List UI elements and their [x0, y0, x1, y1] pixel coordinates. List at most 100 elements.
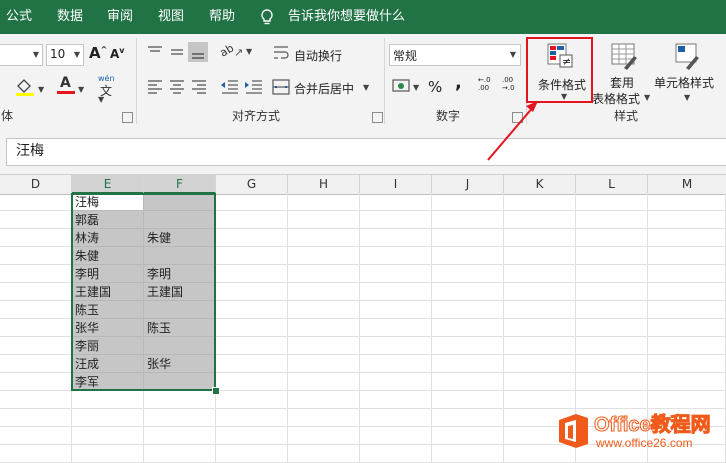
- number-format-dropdown[interactable]: 常规 ▼: [389, 44, 521, 66]
- orientation-icon[interactable]: ab ↗: [218, 41, 244, 62]
- merge-center-icon[interactable]: [272, 78, 290, 96]
- menu-formulas[interactable]: 公式: [6, 0, 32, 34]
- chevron-down-icon[interactable]: ▼: [38, 86, 44, 94]
- grid-cell[interactable]: [216, 337, 288, 355]
- cell-f-3[interactable]: 朱健: [144, 229, 216, 247]
- accounting-format-icon[interactable]: [392, 78, 412, 94]
- grid-cell[interactable]: [576, 301, 648, 319]
- align-middle-icon[interactable]: [168, 44, 186, 60]
- cell-e-9[interactable]: 李丽: [72, 337, 144, 355]
- grid-cell[interactable]: [216, 427, 288, 445]
- grid-cell[interactable]: [360, 409, 432, 427]
- grid-cell[interactable]: [144, 427, 216, 445]
- align-right-icon[interactable]: [190, 78, 208, 94]
- grid-cell[interactable]: [576, 193, 648, 211]
- grid-cell[interactable]: [360, 427, 432, 445]
- grid-cell[interactable]: [144, 391, 216, 409]
- column-header-l[interactable]: L: [576, 175, 648, 194]
- chevron-down-icon[interactable]: ▼: [363, 84, 369, 92]
- grid-cell[interactable]: [360, 319, 432, 337]
- menu-review[interactable]: 审阅: [107, 0, 133, 34]
- grid-cell[interactable]: [0, 319, 72, 337]
- grid-cell[interactable]: [288, 337, 360, 355]
- grid-cell[interactable]: [648, 283, 726, 301]
- grid-cell[interactable]: [216, 247, 288, 265]
- grid-cell[interactable]: [288, 409, 360, 427]
- grid-cell[interactable]: [504, 337, 576, 355]
- grid-cell[interactable]: [72, 445, 144, 463]
- grid-cell[interactable]: [648, 193, 726, 211]
- grid-cell[interactable]: [360, 193, 432, 211]
- grid-cell[interactable]: [648, 373, 726, 391]
- cell-styles-button[interactable]: 单元格样式 ▼: [654, 38, 720, 102]
- cell-f-4[interactable]: [144, 247, 216, 265]
- grid-cell[interactable]: [432, 355, 504, 373]
- fill-handle[interactable]: [212, 387, 220, 395]
- grid-cell[interactable]: [504, 247, 576, 265]
- grid-cell[interactable]: [432, 445, 504, 463]
- grid-cell[interactable]: [216, 301, 288, 319]
- chevron-down-icon[interactable]: ▼: [78, 86, 84, 94]
- comma-style-button[interactable]: ,: [455, 72, 462, 93]
- grid-cell[interactable]: [576, 355, 648, 373]
- grid-cell[interactable]: [576, 373, 648, 391]
- grid-cell[interactable]: [648, 319, 726, 337]
- grid-cell[interactable]: [72, 427, 144, 445]
- menu-view[interactable]: 视图: [158, 0, 184, 34]
- grid-cell[interactable]: [0, 391, 72, 409]
- merge-center-button[interactable]: 合并后居中: [294, 80, 354, 97]
- increase-decimal-button[interactable]: ←.0 .00: [478, 76, 491, 92]
- grid-cell[interactable]: [360, 301, 432, 319]
- grid-cell[interactable]: [504, 265, 576, 283]
- grid-cell[interactable]: [288, 319, 360, 337]
- grid-cell[interactable]: [576, 319, 648, 337]
- grid-cell[interactable]: [648, 211, 726, 229]
- grid-cell[interactable]: [288, 373, 360, 391]
- cell-e-8[interactable]: 张华: [72, 319, 144, 337]
- grid-cell[interactable]: [504, 301, 576, 319]
- cell-e-3[interactable]: 林涛: [72, 229, 144, 247]
- grid-cell[interactable]: [0, 409, 72, 427]
- alignment-dialog-launcher[interactable]: ↘: [372, 112, 383, 123]
- grid-cell[interactable]: [144, 445, 216, 463]
- grid-cell[interactable]: [432, 337, 504, 355]
- wrap-text-icon[interactable]: [272, 44, 290, 62]
- cell-f-11[interactable]: [144, 373, 216, 391]
- menu-help[interactable]: 帮助: [209, 0, 235, 34]
- grid-cell[interactable]: [288, 265, 360, 283]
- grid-cell[interactable]: [288, 445, 360, 463]
- grid-cell[interactable]: [432, 247, 504, 265]
- cell-f-2[interactable]: [144, 211, 216, 229]
- grid-cell[interactable]: [216, 409, 288, 427]
- grid-cell[interactable]: [576, 211, 648, 229]
- grid-cell[interactable]: [648, 229, 726, 247]
- grid-cell[interactable]: [432, 193, 504, 211]
- align-bottom-button[interactable]: [188, 42, 208, 62]
- cell-e-10[interactable]: 汪成: [72, 355, 144, 373]
- column-header-i[interactable]: I: [360, 175, 432, 194]
- grid-cell[interactable]: [216, 193, 288, 211]
- grid-cell[interactable]: [216, 265, 288, 283]
- grid-cell[interactable]: [0, 283, 72, 301]
- grid-cell[interactable]: [648, 337, 726, 355]
- decrease-font-icon[interactable]: Av: [110, 46, 125, 61]
- grid-cell[interactable]: [288, 247, 360, 265]
- grid-cell[interactable]: [432, 301, 504, 319]
- grid-cell[interactable]: [0, 427, 72, 445]
- font-size-dropdown[interactable]: 10 ▼: [46, 44, 84, 66]
- grid-cell[interactable]: [360, 391, 432, 409]
- grid-cell[interactable]: [360, 247, 432, 265]
- grid-cell[interactable]: [432, 391, 504, 409]
- tell-me-search[interactable]: 告诉我你想要做什么: [288, 0, 405, 34]
- grid-cell[interactable]: [0, 211, 72, 229]
- format-as-table-button[interactable]: 套用 表格格式 ▼: [592, 38, 654, 106]
- grid-cell[interactable]: [216, 373, 288, 391]
- grid-cell[interactable]: [648, 355, 726, 373]
- grid-cell[interactable]: [0, 373, 72, 391]
- grid-cell[interactable]: [360, 355, 432, 373]
- grid-cell[interactable]: [0, 445, 72, 463]
- grid-cell[interactable]: [72, 391, 144, 409]
- cell-f-1[interactable]: [144, 193, 216, 211]
- cell-f-9[interactable]: [144, 337, 216, 355]
- menu-data[interactable]: 数据: [57, 0, 83, 34]
